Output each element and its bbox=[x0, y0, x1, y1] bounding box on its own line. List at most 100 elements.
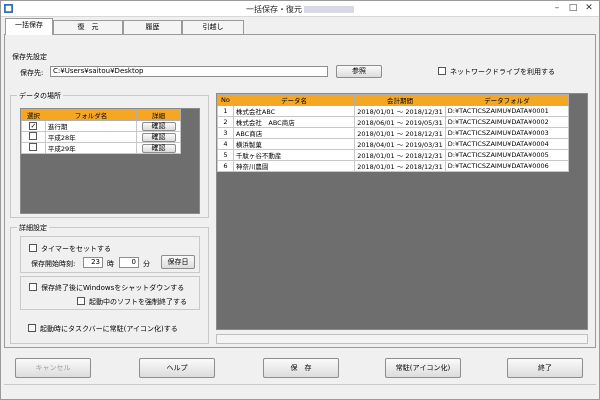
folder-select-checkbox[interactable]: ✓ bbox=[29, 122, 38, 130]
title-bar: 一括保存・復元 – □ ✕ bbox=[1, 1, 599, 17]
row-no: 4 bbox=[217, 138, 234, 150]
row-period: 2018/01/01 ～ 2018/12/31 bbox=[354, 149, 446, 161]
tab-restore[interactable]: 復 元 bbox=[53, 20, 123, 34]
row-name: 横浜製菓 bbox=[232, 138, 356, 150]
help-button[interactable]: ヘルプ bbox=[139, 358, 215, 378]
data-location-heading: データの場所 bbox=[17, 91, 63, 101]
folder-name: 平成28年 bbox=[44, 131, 138, 143]
row-name: 株式会社 ABC商店 bbox=[232, 116, 356, 128]
col-no: No bbox=[217, 94, 234, 106]
start-time-label: 保存開始時刻: bbox=[31, 260, 76, 268]
cancel-button[interactable]: キャンセル bbox=[15, 358, 91, 378]
row-no: 6 bbox=[217, 160, 234, 172]
row-folder: D:¥TACTICSZAIMU¥DATA¥0005 bbox=[444, 149, 570, 161]
row-name: 神奈川農園 bbox=[232, 160, 356, 172]
row-folder: D:¥TACTICSZAIMU¥DATA¥0001 bbox=[444, 105, 570, 117]
table-row[interactable]: 1 株式会社ABC 2018/01/01 ～ 2018/12/31 D:¥TAC… bbox=[217, 105, 570, 117]
save-day-button[interactable]: 保存日 bbox=[161, 255, 195, 269]
tab-move[interactable]: 引越し bbox=[182, 20, 244, 34]
col-folder-name: フォルダ名 bbox=[44, 109, 138, 121]
folder-name: 進行期 bbox=[44, 120, 138, 132]
folder-name: 平成29年 bbox=[44, 142, 138, 154]
minute-field[interactable]: 0 bbox=[119, 257, 139, 268]
row-name: 株式会社ABC bbox=[232, 105, 356, 117]
tray-resident-checkbox[interactable] bbox=[28, 324, 36, 332]
shutdown-subgroup: 保存終了後にWindowsをシャットダウンする 起動中のソフトを強制終了する bbox=[20, 276, 200, 310]
save-destination-group: 保存先設定 保存先: C:¥Users¥saitou¥Desktop 参照 ネッ… bbox=[10, 53, 590, 82]
timer-checkbox[interactable] bbox=[29, 244, 37, 252]
row-period: 2018/04/01 ～ 2019/03/31 bbox=[354, 138, 446, 150]
timer-subgroup: タイマーをセットする 保存開始時刻: 23 時 0 分 保存日 bbox=[20, 236, 200, 273]
row-period: 2018/06/01 ～ 2019/05/31 bbox=[354, 116, 446, 128]
save-button[interactable]: 保 存 bbox=[263, 358, 339, 378]
maximize-icon[interactable]: □ bbox=[565, 2, 581, 15]
table-row[interactable]: 5 千駄ヶ谷不動産 2018/01/01 ～ 2018/12/31 D:¥TAC… bbox=[217, 149, 570, 161]
col-data-name: データ名 bbox=[232, 94, 356, 106]
shutdown-label: 保存終了後にWindowsをシャットダウンする bbox=[41, 284, 185, 292]
folder-table-header: 選択 フォルダ名 詳細 bbox=[21, 109, 181, 121]
data-list-grid: No データ名 会計期間 データフォルダ 1 株式会社ABC 2018/01/0… bbox=[216, 93, 588, 330]
resident-button[interactable]: 常駐(アイコン化) bbox=[385, 358, 461, 378]
folder-row[interactable]: 平成29年 確認 bbox=[21, 142, 181, 154]
data-location-group: データの場所 選択 フォルダ名 詳細 ✓ 進行期 確認 平成28年 確認 平成2… bbox=[10, 91, 209, 218]
row-folder: D:¥TACTICSZAIMU¥DATA¥0003 bbox=[444, 127, 570, 139]
network-drive-checkbox[interactable] bbox=[438, 67, 446, 75]
row-name: 千駄ヶ谷不動産 bbox=[232, 149, 356, 161]
col-select: 選択 bbox=[21, 109, 46, 121]
col-detail: 詳細 bbox=[136, 109, 181, 121]
timer-label: タイマーをセットする bbox=[41, 245, 111, 253]
col-data-folder: データフォルダ bbox=[444, 94, 570, 106]
close-icon[interactable]: ✕ bbox=[581, 2, 597, 15]
shutdown-checkbox[interactable] bbox=[29, 283, 37, 291]
tray-resident-label: 起動時にタスクバーに常駐(アイコン化)する bbox=[40, 325, 178, 333]
main-window: 一括保存・復元 – □ ✕ 一括保存 復 元 履歴 引越し 保存先設定 保存先:… bbox=[0, 0, 600, 400]
folder-select-checkbox[interactable] bbox=[29, 143, 38, 151]
exit-button[interactable]: 終了 bbox=[507, 358, 583, 378]
row-period: 2018/01/01 ～ 2018/12/31 bbox=[354, 105, 446, 117]
table-row[interactable]: 2 株式会社 ABC商店 2018/06/01 ～ 2019/05/31 D:¥… bbox=[217, 116, 570, 128]
folder-select-checkbox[interactable] bbox=[29, 132, 38, 140]
tab-bulk-save[interactable]: 一括保存 bbox=[5, 18, 53, 35]
table-row[interactable]: 4 横浜製菓 2018/04/01 ～ 2019/03/31 D:¥TACTIC… bbox=[217, 138, 570, 150]
row-no: 5 bbox=[217, 149, 234, 161]
row-folder: D:¥TACTICSZAIMU¥DATA¥0004 bbox=[444, 138, 570, 150]
force-quit-label: 起動中のソフトを強制終了する bbox=[89, 298, 187, 306]
detail-settings-group: 詳細設定 タイマーをセットする 保存開始時刻: 23 時 0 分 保存日 保存終… bbox=[10, 223, 209, 344]
data-list-table: No データ名 会計期間 データフォルダ 1 株式会社ABC 2018/01/0… bbox=[217, 94, 570, 172]
force-quit-checkbox[interactable] bbox=[77, 297, 85, 305]
table-row[interactable]: 6 神奈川農園 2018/01/01 ～ 2018/12/31 D:¥TACTI… bbox=[217, 160, 570, 172]
hour-field[interactable]: 23 bbox=[83, 257, 103, 268]
row-folder: D:¥TACTICSZAIMU¥DATA¥0002 bbox=[444, 116, 570, 128]
row-no: 3 bbox=[217, 127, 234, 139]
minimize-icon[interactable]: – bbox=[549, 2, 565, 15]
folder-detail-button[interactable]: 確認 bbox=[141, 121, 176, 131]
folder-detail-button[interactable]: 確認 bbox=[141, 143, 176, 153]
status-bar bbox=[4, 384, 596, 397]
status-field bbox=[216, 334, 588, 344]
folder-row[interactable]: ✓ 進行期 確認 bbox=[21, 120, 181, 132]
network-drive-label: ネットワークドライブを利用する bbox=[450, 68, 555, 76]
save-destination-label: 保存先: bbox=[20, 69, 44, 77]
folder-detail-button[interactable]: 確認 bbox=[141, 132, 176, 142]
data-table-header: No データ名 会計期間 データフォルダ bbox=[217, 94, 570, 106]
folder-row[interactable]: 平成28年 確認 bbox=[21, 131, 181, 143]
hour-unit: 時 bbox=[107, 260, 114, 268]
browse-button[interactable]: 参照 bbox=[336, 65, 382, 78]
table-row[interactable]: 3 ABC商店 2018/01/01 ～ 2018/12/31 D:¥TACTI… bbox=[217, 127, 570, 139]
save-destination-field[interactable]: C:¥Users¥saitou¥Desktop bbox=[50, 66, 328, 77]
row-period: 2018/01/01 ～ 2018/12/31 bbox=[354, 160, 446, 172]
window-title: 一括保存・復元 bbox=[1, 4, 599, 15]
detail-settings-heading: 詳細設定 bbox=[17, 223, 49, 233]
tab-panel: 保存先設定 保存先: C:¥Users¥saitou¥Desktop 参照 ネッ… bbox=[4, 34, 596, 348]
row-no: 1 bbox=[217, 105, 234, 117]
row-name: ABC商店 bbox=[232, 127, 356, 139]
minute-unit: 分 bbox=[143, 260, 150, 268]
save-destination-heading: 保存先設定 bbox=[12, 53, 47, 61]
row-folder: D:¥TACTICSZAIMU¥DATA¥0006 bbox=[444, 160, 570, 172]
folder-grid: 選択 フォルダ名 詳細 ✓ 進行期 確認 平成28年 確認 平成29年 確認 bbox=[20, 108, 200, 214]
tab-history[interactable]: 履歴 bbox=[123, 20, 182, 34]
row-no: 2 bbox=[217, 116, 234, 128]
row-period: 2018/01/01 ～ 2018/12/31 bbox=[354, 127, 446, 139]
col-period: 会計期間 bbox=[354, 94, 446, 106]
folder-table: 選択 フォルダ名 詳細 ✓ 進行期 確認 平成28年 確認 平成29年 確認 bbox=[21, 109, 181, 154]
